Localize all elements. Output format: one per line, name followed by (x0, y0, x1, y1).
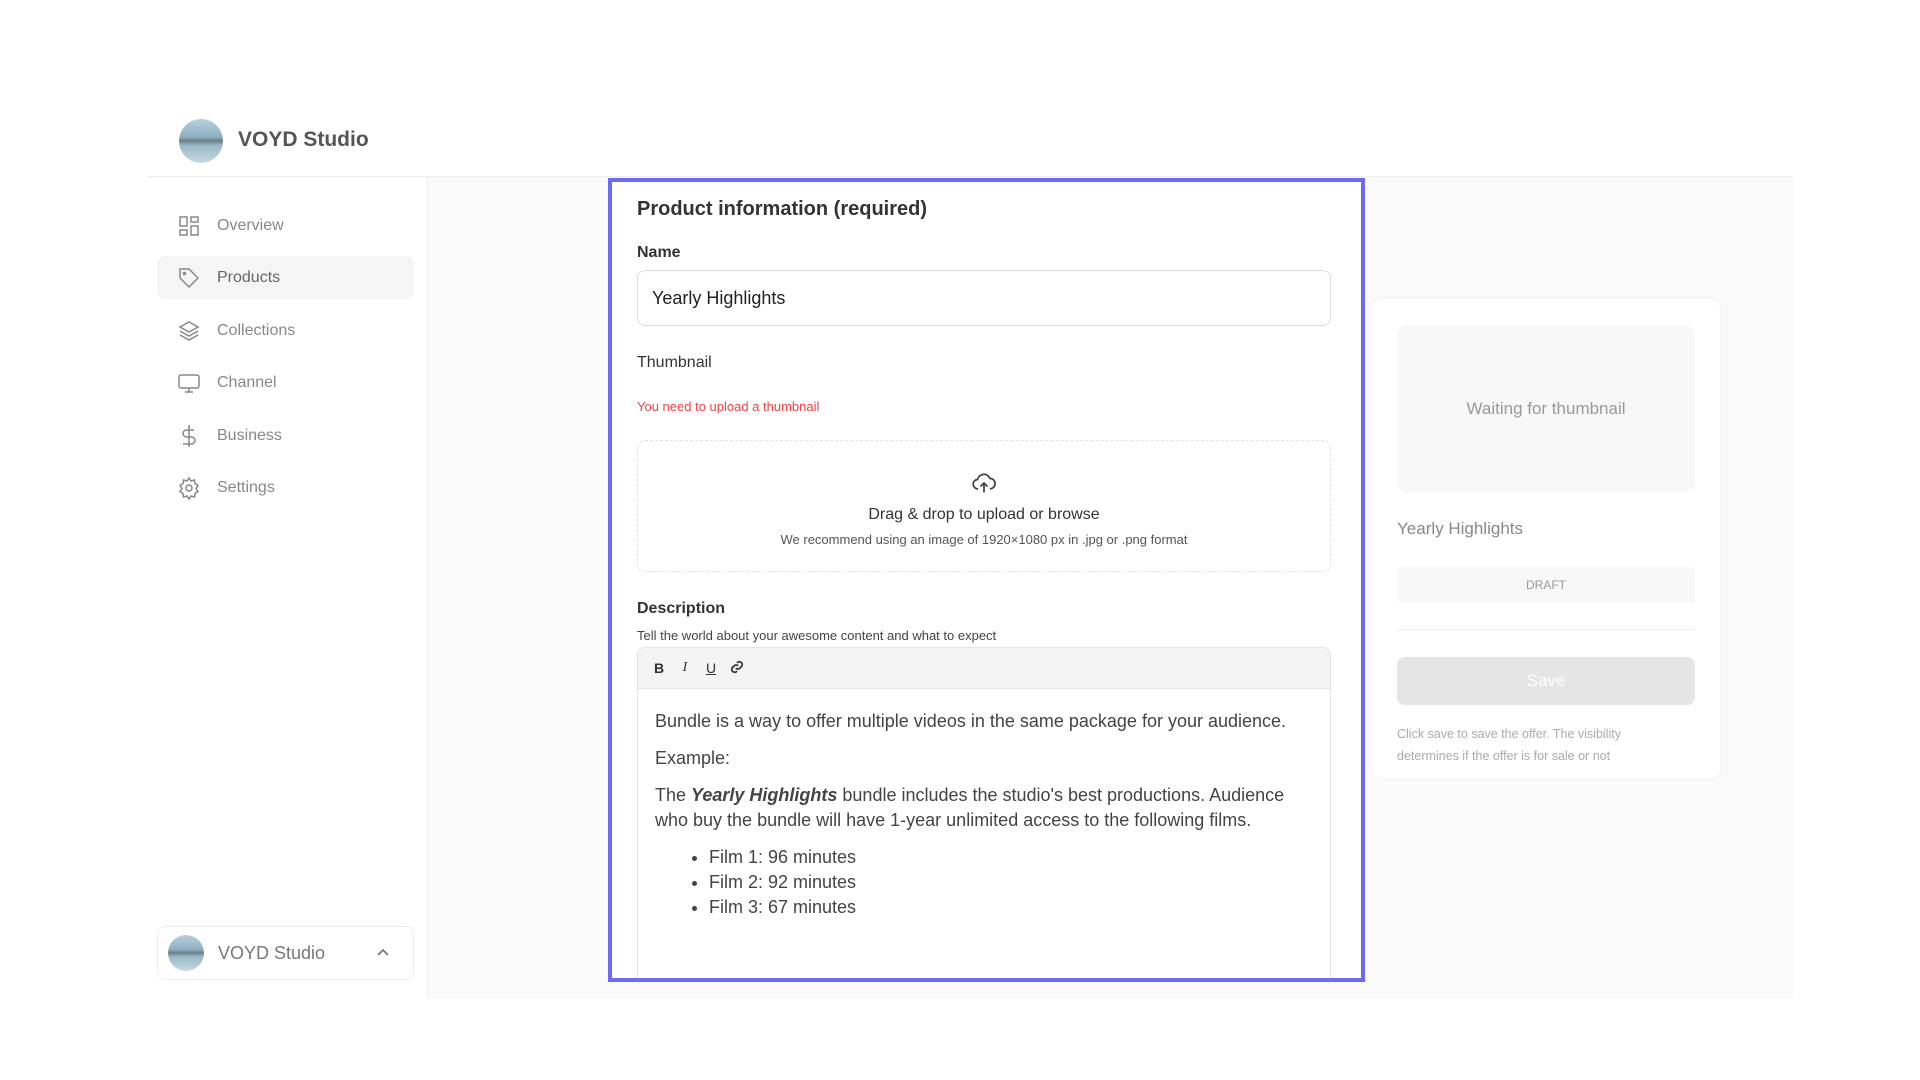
sidebar-item-business[interactable]: Business (157, 414, 414, 457)
editor-content[interactable]: Bundle is a way to offer multiple videos… (638, 689, 1330, 940)
underline-button[interactable]: U (704, 660, 718, 676)
sidebar-item-channel[interactable]: Channel (157, 361, 414, 404)
name-input[interactable] (637, 270, 1331, 326)
paragraph: The Yearly Highlights bundle includes th… (655, 783, 1313, 833)
sidebar-item-label: Settings (217, 478, 275, 496)
account-name: VOYD Studio (218, 942, 326, 963)
account-switcher[interactable]: VOYD Studio (157, 926, 414, 980)
preview-title: Yearly Highlights (1397, 519, 1523, 538)
paragraph: Bundle is a way to offer multiple videos… (655, 711, 1287, 731)
sidebar-item-label: Channel (217, 373, 277, 391)
thumbnail-preview: Waiting for thumbnail (1397, 325, 1695, 492)
thumbnail-label: Thumbnail (637, 354, 712, 371)
link-button[interactable] (730, 660, 744, 677)
save-button[interactable]: Save (1397, 657, 1695, 705)
thumbnail-dropzone[interactable]: Drag & drop to upload or browse We recom… (637, 440, 1331, 572)
description-label: Description (637, 600, 726, 617)
italic-button[interactable]: I (678, 660, 692, 676)
film-list: Film 1: 96 minutes Film 2: 92 minutes Fi… (709, 845, 1313, 920)
layers-icon (178, 320, 200, 341)
tag-icon (179, 267, 200, 288)
editor-toolbar: B I U (638, 648, 1330, 689)
form-title: Product information (required) (637, 198, 927, 220)
sidebar-item-label: Overview (217, 216, 284, 234)
sidebar-item-products[interactable]: Products (157, 256, 414, 299)
sidebar-item-label: Collections (217, 321, 296, 339)
sidebar-item-label: Business (217, 426, 282, 444)
dollar-icon (182, 424, 196, 447)
paragraph: Example: (655, 748, 731, 768)
thumbnail-error: You need to upload a thumbnail (637, 399, 820, 414)
monitor-icon (178, 373, 200, 393)
description-editor[interactable]: B I U Bundle is a way to offer multiple … (637, 647, 1331, 978)
preview-card: Waiting for thumbnail Yearly Highlights … (1372, 299, 1720, 778)
emphasis: Yearly Highlights (691, 785, 838, 805)
brand-name: VOYD Studio (238, 128, 369, 151)
sidebar-item-label: Products (217, 268, 281, 286)
status-badge: DRAFT (1397, 567, 1695, 603)
drop-title: Drag & drop to upload or browse (868, 506, 1100, 523)
account-avatar (168, 935, 204, 971)
chevron-up-icon (377, 948, 389, 956)
description-hint: Tell the world about your awesome conten… (637, 628, 997, 643)
upload-cloud-icon (972, 473, 996, 493)
list-item: Film 2: 92 minutes (709, 870, 1313, 895)
brand-avatar (179, 119, 223, 163)
gear-icon (178, 476, 200, 500)
sidebar-item-collections[interactable]: Collections (157, 309, 414, 352)
drop-hint: We recommend using an image of 1920×1080… (780, 532, 1188, 547)
list-item: Film 1: 96 minutes (709, 845, 1313, 870)
grid-icon (179, 215, 199, 236)
sidebar-item-overview[interactable]: Overview (157, 204, 414, 247)
text: The (655, 785, 692, 805)
save-help-text: Click save to save the offer. The visibi… (1397, 727, 1621, 763)
list-item: Film 3: 67 minutes (709, 895, 1313, 920)
product-form: Product information (required) Name Thum… (608, 178, 1365, 982)
name-label: Name (637, 244, 681, 261)
link-icon (730, 660, 744, 673)
sidebar-item-settings[interactable]: Settings (157, 466, 414, 509)
bold-button[interactable]: B (652, 660, 666, 676)
divider (1397, 629, 1695, 630)
